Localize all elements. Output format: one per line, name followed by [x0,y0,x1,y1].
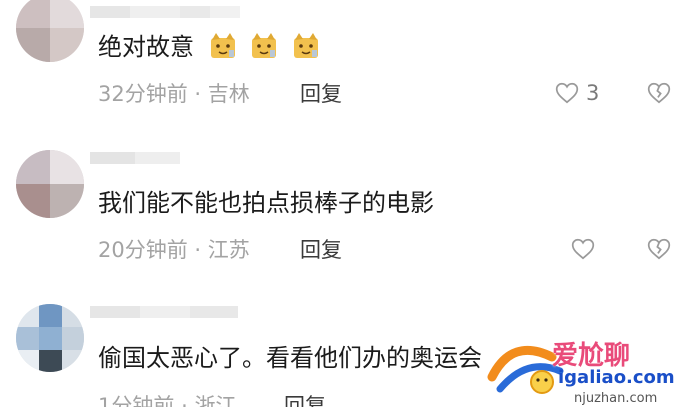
reply-button[interactable]: 回复 [300,81,342,107]
broken-heart-icon[interactable] [646,80,672,106]
comment-item: 绝对故意 32分钟前 · 吉林 回复 3 [0,0,682,135]
cat-face-emoji-icon [210,33,235,58]
like-button[interactable]: 3 [554,80,599,106]
comment-meta: 20分钟前 · 江苏 [98,237,250,263]
comment-text: 我们能不能也拍点损棒子的电影 [98,189,434,217]
comment-location: 江苏 [207,238,250,262]
cat-face-emoji-icon [252,33,277,58]
avatar[interactable] [16,0,84,62]
comment-time: 20分钟前 [98,238,188,262]
comment-text-body: 绝对故意 [98,33,194,61]
comment-text: 偷国太恶心了。看看他们办的奥运会 [98,344,482,372]
comment-text: 绝对故意 [98,32,319,62]
comment-location: 吉林 [207,82,250,106]
meta-separator: · [194,238,202,262]
comment-location: 浙江 [194,394,237,407]
comment-meta: 32分钟前 · 吉林 [98,81,250,107]
heart-outline-icon [555,82,579,104]
comment-time: 1分钟前 [98,394,175,407]
avatar[interactable] [16,304,84,372]
like-count: 3 [586,81,600,105]
comment-meta: 1分钟前 · 浙江 [98,393,236,407]
reply-button[interactable]: 回复 [284,393,326,407]
avatar[interactable] [16,150,84,218]
meta-separator: · [194,82,202,106]
site-watermark: 爱尬聊 igaliao.com njuzhan.com [482,327,682,407]
reply-button[interactable]: 回复 [300,237,342,263]
comment-item: 我们能不能也拍点损棒子的电影 20分钟前 · 江苏 回复 [0,140,682,290]
cat-face-emoji-icon [293,33,318,58]
like-button[interactable] [570,236,602,262]
heart-outline-icon [571,238,595,260]
broken-heart-icon[interactable] [646,236,672,262]
watermark-url: igaliao.com [558,367,675,388]
watermark-url-secondary: njuzhan.com [574,391,658,406]
comment-time: 32分钟前 [98,82,188,106]
meta-separator: · [181,394,188,407]
